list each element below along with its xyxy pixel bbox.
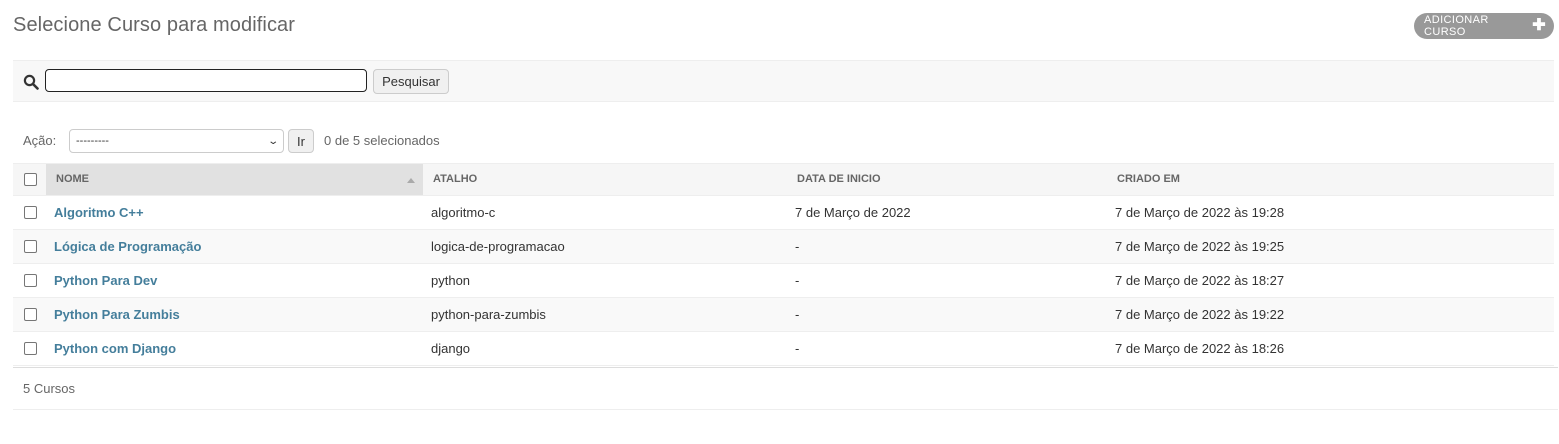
course-start-date: -	[795, 341, 800, 356]
column-header-nome-label: NOME	[56, 173, 89, 185]
page-title: Selecione Curso para modificar	[13, 14, 296, 36]
table-body: Algoritmo C++ algoritmo-c 7 de Março de …	[13, 196, 1554, 366]
action-selected-value: ---------	[76, 135, 109, 147]
add-curso-button[interactable]: ADICIONAR CURSO ✚	[1414, 13, 1554, 39]
course-name-link[interactable]: Algoritmo C++	[54, 196, 144, 229]
sort-ascending-icon[interactable]	[407, 178, 415, 183]
course-created-at: 7 de Março de 2022 às 19:28	[1115, 205, 1285, 220]
row-checkbox[interactable]	[24, 206, 37, 219]
course-start-date: -	[795, 273, 800, 288]
table-row: Python Para Zumbis python-para-zumbis - …	[13, 298, 1554, 332]
course-name-link[interactable]: Lógica de Programação	[54, 230, 201, 263]
course-name-link[interactable]: Python Para Zumbis	[54, 298, 180, 331]
add-curso-label: ADICIONAR CURSO	[1424, 14, 1489, 38]
course-slug: logica-de-programacao	[431, 239, 565, 254]
select-all-checkbox[interactable]	[24, 173, 37, 186]
plus-icon: ✚	[1532, 17, 1546, 34]
course-name-link[interactable]: Python com Django	[54, 332, 176, 365]
table-row: Python Para Dev python - 7 de Março de 2…	[13, 264, 1554, 298]
row-checkbox[interactable]	[24, 240, 37, 253]
row-checkbox[interactable]	[24, 274, 37, 287]
action-select[interactable]: --------- ⌄	[69, 129, 284, 153]
course-slug: algoritmo-c	[431, 205, 496, 220]
result-list-table: NOME ATALHO DATA DE INICIO CRIADO EM Alg…	[13, 163, 1554, 366]
row-checkbox[interactable]	[24, 308, 37, 321]
course-start-date: -	[795, 239, 800, 254]
column-header-nome[interactable]: NOME	[46, 164, 423, 195]
table-row: Python com Django django - 7 de Março de…	[13, 332, 1554, 366]
table-row: Lógica de Programação logica-de-programa…	[13, 230, 1554, 264]
column-header-data-inicio[interactable]: DATA DE INICIO	[797, 164, 881, 195]
course-created-at: 7 de Março de 2022 às 19:25	[1115, 239, 1285, 254]
go-button[interactable]: Ir	[288, 129, 314, 153]
column-header-criado-em[interactable]: CRIADO EM	[1117, 164, 1180, 195]
course-slug: django	[431, 341, 471, 356]
action-label: Ação:	[23, 133, 57, 148]
table-header: NOME ATALHO DATA DE INICIO CRIADO EM	[13, 163, 1554, 196]
course-start-date: -	[795, 307, 800, 322]
course-name-link[interactable]: Python Para Dev	[54, 264, 157, 297]
search-input[interactable]	[45, 69, 367, 92]
course-created-at: 7 de Março de 2022 às 18:27	[1115, 273, 1285, 288]
course-created-at: 7 de Março de 2022 às 18:26	[1115, 341, 1285, 356]
course-slug: python-para-zumbis	[431, 307, 546, 322]
search-toolbar: Pesquisar	[13, 60, 1554, 102]
selection-counter: 0 de 5 selecionados	[324, 133, 440, 148]
row-checkbox[interactable]	[24, 342, 37, 355]
course-start-date: 7 de Março de 2022	[795, 205, 911, 220]
table-row: Algoritmo C++ algoritmo-c 7 de Março de …	[13, 196, 1554, 230]
chevron-down-icon: ⌄	[266, 135, 279, 147]
course-created-at: 7 de Março de 2022 às 19:22	[1115, 307, 1285, 322]
search-button[interactable]: Pesquisar	[373, 69, 449, 94]
course-slug: python	[431, 273, 471, 288]
search-icon	[23, 74, 39, 90]
result-count: 5 Cursos	[13, 367, 1558, 410]
column-header-atalho[interactable]: ATALHO	[433, 164, 477, 195]
